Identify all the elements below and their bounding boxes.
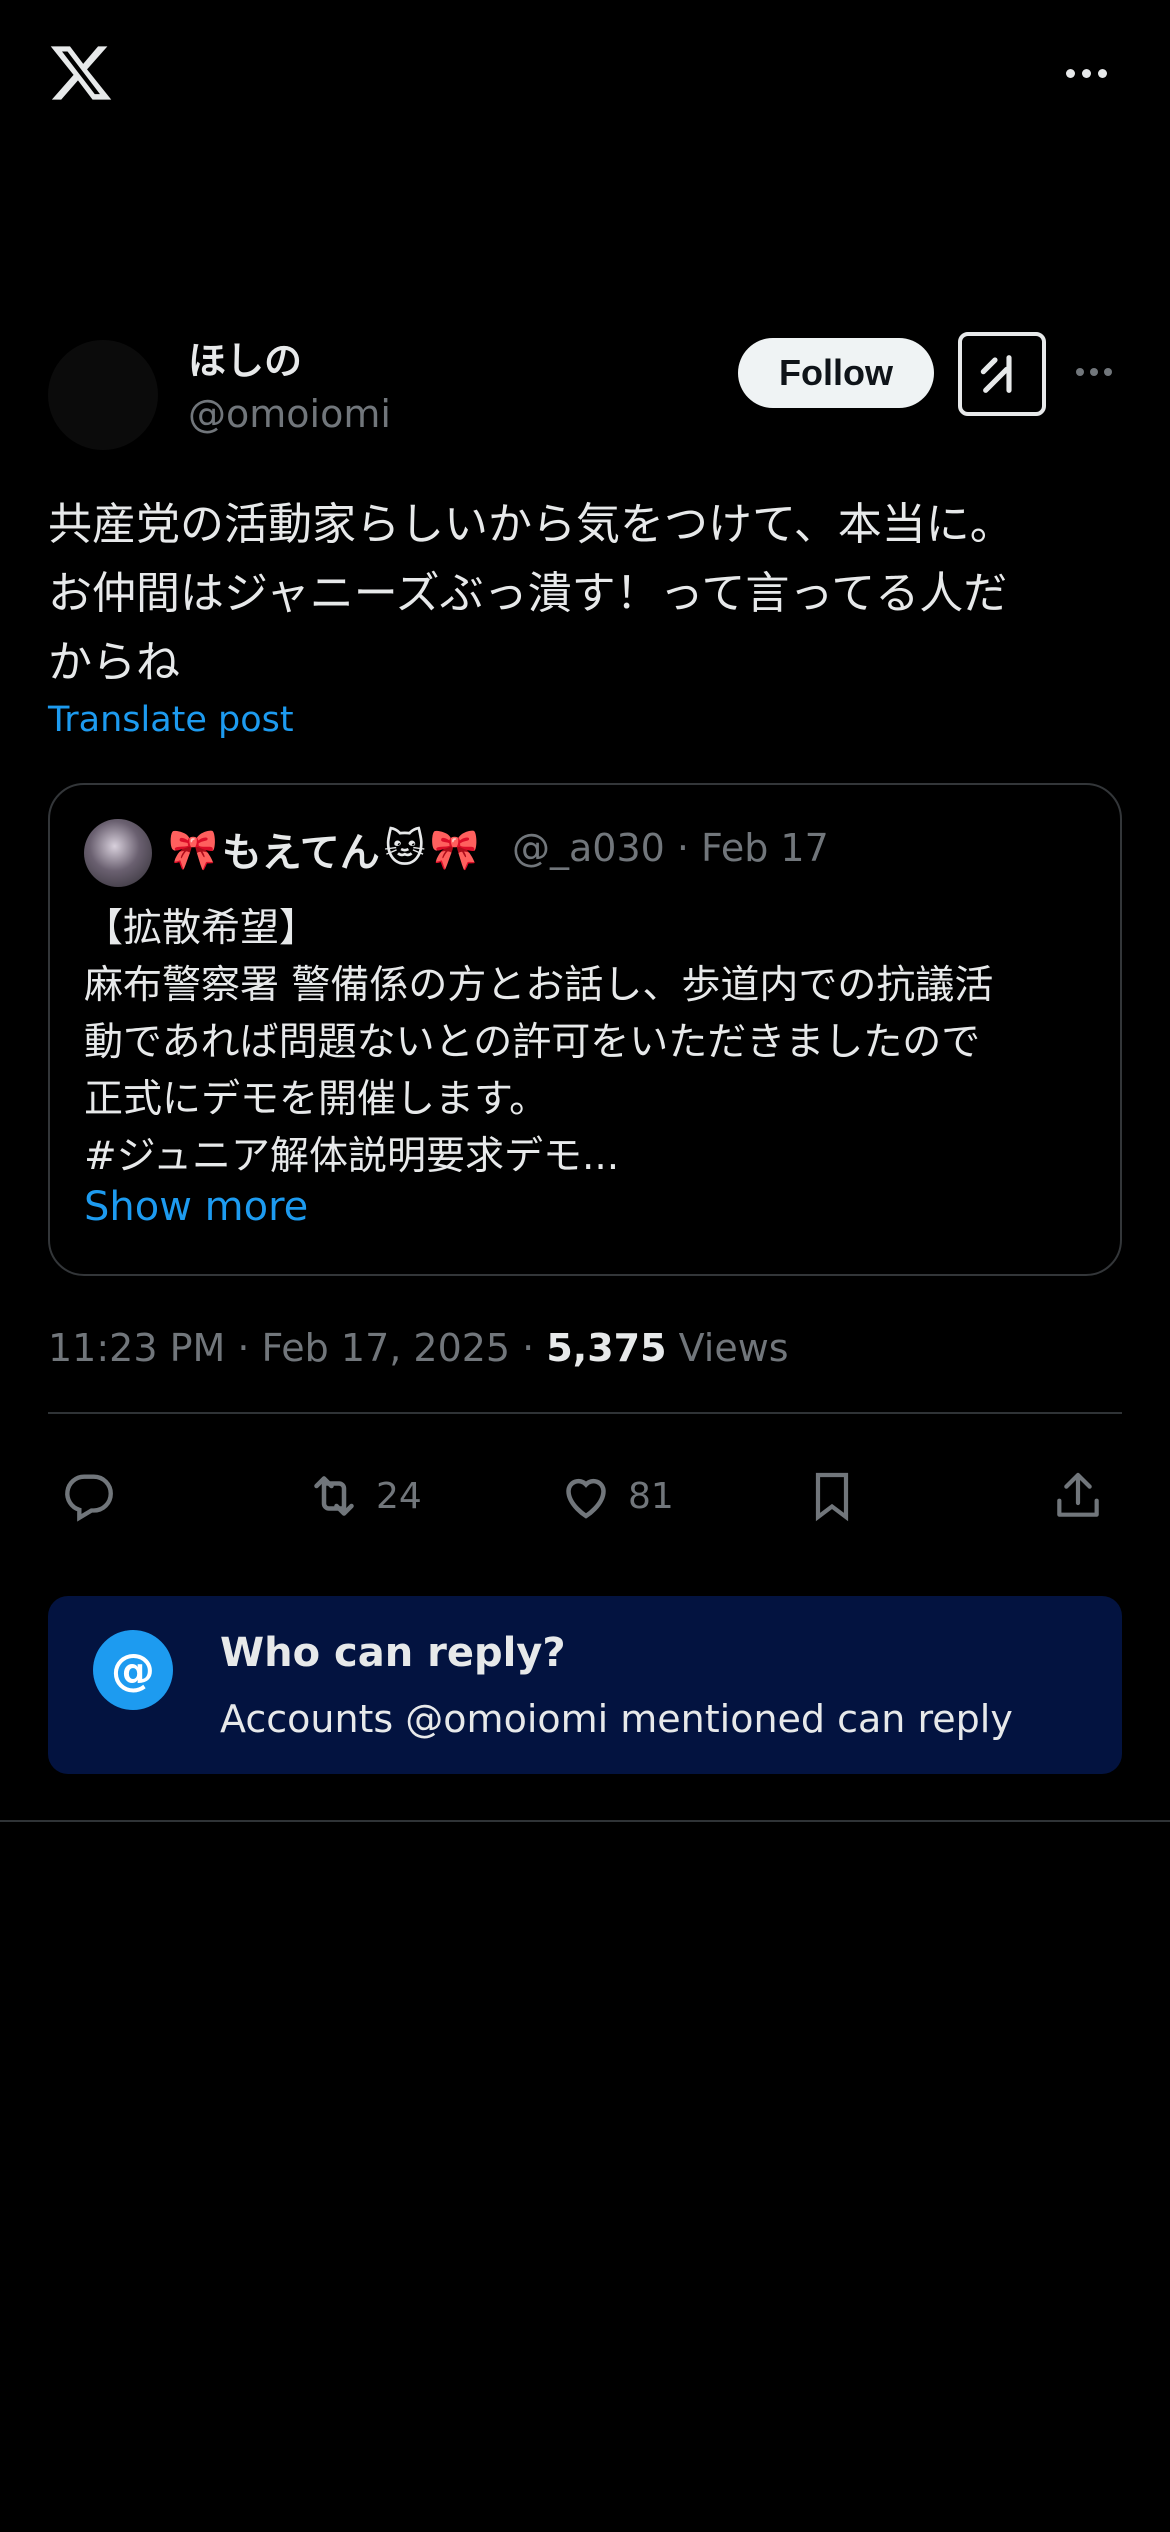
who-can-reply-title: Who can reply?: [220, 1630, 566, 1676]
quoted-text: 【拡散希望】 麻布警察署 警備係の方とお話し、歩道内での抗議活 動であれば問題な…: [84, 906, 994, 1179]
like-button[interactable]: 81: [556, 1466, 674, 1526]
quoted-author-name: 🎀 もえてん 🐱 🎀: [168, 820, 479, 878]
bookmark-button[interactable]: [804, 1466, 860, 1526]
divider: [0, 1820, 1170, 1822]
repost-button[interactable]: 24: [304, 1466, 422, 1526]
share-icon: [1057, 1472, 1099, 1517]
quoted-name-text: もえてん: [221, 830, 380, 876]
who-can-reply-banner: [48, 1596, 1122, 1774]
show-more-link[interactable]: Show more: [84, 1184, 308, 1230]
author-handle[interactable]: @omoiomi: [188, 392, 391, 436]
ribbon-emoji-icon: 🎀: [168, 826, 218, 873]
author-name[interactable]: ほしの: [188, 330, 302, 385]
cat-emoji-icon: 🐱: [383, 826, 426, 872]
translate-post-link[interactable]: Translate post: [48, 700, 294, 740]
heart-icon: [566, 1478, 606, 1519]
reply-button[interactable]: [60, 1466, 118, 1526]
repost-icon: [314, 1476, 354, 1516]
ribbon-emoji-icon: 🎀: [429, 826, 480, 873]
avatar[interactable]: [48, 340, 158, 450]
like-count: 81: [628, 1475, 674, 1517]
x-logo-icon[interactable]: [48, 40, 114, 106]
follow-button[interactable]: Follow: [738, 338, 934, 408]
who-can-reply-subtitle: Accounts @omoiomi mentioned can reply: [220, 1697, 1013, 1741]
quoted-avatar[interactable]: [84, 819, 152, 887]
post-more-icon[interactable]: [1076, 368, 1112, 376]
views-count: 5,375: [546, 1326, 667, 1370]
reply-icon: [65, 1474, 113, 1522]
share-button[interactable]: [1050, 1466, 1106, 1526]
repost-count: 24: [376, 1475, 422, 1517]
more-horizontal-icon[interactable]: [1060, 58, 1112, 88]
bookmark-icon: [815, 1472, 849, 1522]
views-label: Views: [666, 1326, 789, 1370]
post-time[interactable]: 11:23 PM · Feb 17, 2025 ·: [48, 1326, 546, 1370]
divider: [48, 1412, 1122, 1414]
quoted-meta: @_a030 · Feb 17: [512, 826, 829, 870]
grok-icon[interactable]: [958, 332, 1046, 416]
at-mention-icon: @: [93, 1630, 173, 1710]
post-text: 共産党の活動家らしいから気をつけて、本当に。 お仲間はジャニーズぶっ潰す！って言…: [48, 499, 1014, 688]
post-timestamp: 11:23 PM · Feb 17, 2025 · 5,375 Views: [48, 1326, 789, 1370]
